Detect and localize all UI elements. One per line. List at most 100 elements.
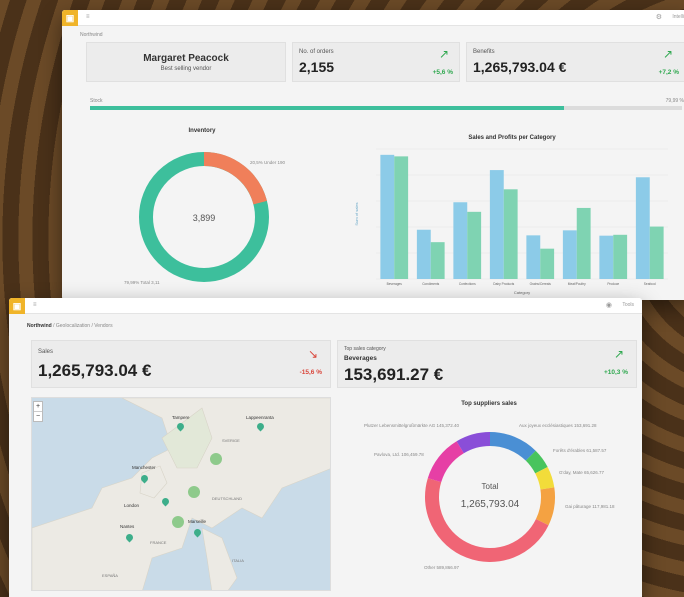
vendor-card: Margaret Peacock Best selling vendor xyxy=(86,42,286,82)
stock-label: Stock xyxy=(90,98,103,104)
supplier-slice[interactable] xyxy=(425,478,549,562)
breadcrumb-item[interactable]: Northwind xyxy=(27,323,52,329)
supplier-slice[interactable] xyxy=(535,466,555,490)
map-cluster[interactable] xyxy=(188,486,200,498)
bar-sales[interactable] xyxy=(380,154,395,279)
settings-icon[interactable]: ⚙ xyxy=(656,13,662,21)
bar-benefit[interactable] xyxy=(503,189,518,279)
notification-icon[interactable]: ◉ xyxy=(606,301,612,309)
map-pin-label: Manchester xyxy=(132,465,156,470)
benefits-card: Benefits 1,265,793.04 € ↗ +7,2 % xyxy=(466,42,684,82)
map-label-france: FRANCE xyxy=(150,540,167,545)
bar-benefit[interactable] xyxy=(467,211,482,279)
sales-label: Sales xyxy=(38,349,54,355)
x-tick-label: Condiments xyxy=(422,282,439,286)
map-cluster[interactable] xyxy=(172,516,184,528)
benefits-change: +7,2 % xyxy=(658,69,679,76)
top-category-card: Top sales category Beverages 153,691.27 … xyxy=(337,340,637,388)
supplier-label: Aux joyeux ecclésiastiques 153,691.28 xyxy=(519,423,597,428)
supplier-label: Pavlova, Ltd. 106,459.78 xyxy=(374,452,424,457)
x-tick-label: Produce xyxy=(607,282,619,286)
user-menu[interactable]: Intelli xyxy=(672,14,684,20)
suppliers-donut xyxy=(425,432,555,562)
top-category-label: Top sales category xyxy=(344,346,386,352)
suppliers-center-label: Total xyxy=(481,482,499,491)
bar-sales[interactable] xyxy=(526,235,541,279)
supplier-label: Gai pâturage 117,981.18 xyxy=(565,504,615,509)
stock-bar-fill xyxy=(90,106,564,110)
benefits-label: Benefits xyxy=(473,49,495,55)
map-label-italy: ITALIA xyxy=(232,558,244,563)
x-tick-label: Confections xyxy=(459,282,476,286)
suppliers-title: Top suppliers sales xyxy=(461,401,517,407)
breadcrumb-item[interactable]: Geolocalization xyxy=(56,323,90,329)
x-tick-label: Grains/Cereals xyxy=(530,282,552,286)
menu-icon[interactable]: ≡ xyxy=(86,14,90,20)
trend-up-icon: ↗ xyxy=(662,47,673,61)
bar-sales[interactable] xyxy=(453,202,468,279)
user-menu[interactable]: Tools xyxy=(622,302,634,308)
zoom-in-button[interactable]: + xyxy=(34,402,42,412)
app-logo[interactable]: ▣ xyxy=(62,10,78,26)
bar-sales[interactable] xyxy=(489,170,504,279)
orders-label: No. of orders xyxy=(299,49,334,55)
x-tick-label: Seafood xyxy=(644,282,656,286)
bar-sales[interactable] xyxy=(562,230,577,279)
app-logo[interactable]: ▣ xyxy=(9,298,25,314)
x-axis-label: Category xyxy=(514,290,530,295)
supplier-slice[interactable] xyxy=(535,487,555,526)
sales-change: -15,6 % xyxy=(299,369,322,376)
top-category-change: +10,3 % xyxy=(603,369,628,376)
bar-benefit[interactable] xyxy=(649,226,664,279)
top-category-name: Beverages xyxy=(344,355,377,362)
vendor-name: Margaret Peacock xyxy=(143,53,229,64)
top-category-value: 153,691.27 € xyxy=(344,365,444,384)
sales-chart-title: Sales and Profits per Category xyxy=(468,135,556,141)
stock-bar xyxy=(90,106,682,110)
bar-benefit[interactable] xyxy=(540,248,555,279)
supplier-label: Forêts d'érables 61,587.57 xyxy=(553,448,607,453)
inventory-label-out: 20,5% Under 190 xyxy=(250,160,286,165)
supplier-slice[interactable] xyxy=(489,432,536,461)
map-pin-label: Tampere xyxy=(172,415,190,420)
supplier-slice[interactable] xyxy=(525,450,548,474)
sales-value: 1,265,793.04 € xyxy=(38,361,152,380)
map-cluster[interactable] xyxy=(210,453,222,465)
zoom-out-button[interactable]: − xyxy=(34,412,42,421)
breadcrumb-item[interactable]: Vendors xyxy=(94,323,112,329)
sales-profit-chart: Sum of sales Beverages Condiments Confectio… xyxy=(354,148,668,300)
map-pin-label: Nantes xyxy=(120,524,135,529)
orders-card: No. of orders 2,155 ↗ +5,6 % xyxy=(292,42,460,82)
titlebar: ▣ ≡ ⚙ Intelli xyxy=(62,10,684,26)
inventory-title: Inventory xyxy=(188,128,216,134)
supplier-label: G'day, Mate 65,626.77 xyxy=(559,470,605,475)
vendors-map[interactable]: FRANCE ESPAÑA ITALIA DEUTSCHLAND SVERIGE… xyxy=(31,397,331,591)
x-tick-label: Beverages xyxy=(387,282,403,286)
bar-sales[interactable] xyxy=(599,235,614,279)
supplier-label: Plutzer Lebensmittelgroßmärkte AG 145,37… xyxy=(364,423,460,428)
orders-change: +5,6 % xyxy=(432,69,453,76)
supplier-slice[interactable] xyxy=(427,441,465,483)
inventory-total: 3,899 xyxy=(193,213,216,223)
supplier-slice[interactable] xyxy=(456,432,491,454)
menu-icon[interactable]: ≡ xyxy=(33,302,37,308)
breadcrumb[interactable]: Northwind xyxy=(80,32,103,38)
supplier-label: Other 589,866.97 xyxy=(424,565,460,570)
orders-value: 2,155 xyxy=(299,59,335,75)
map-zoom-control: + − xyxy=(33,401,43,422)
dashboard-window-back: ▣ ≡ ⚙ Intelli Northwind Margaret Peacock… xyxy=(62,10,684,300)
bar-sales[interactable] xyxy=(635,177,650,279)
inventory-donut: 3,899 xyxy=(139,152,269,282)
bar-sales[interactable] xyxy=(416,229,431,279)
bar-benefit[interactable] xyxy=(394,156,409,279)
bar-benefit[interactable] xyxy=(576,207,591,279)
map-label-germany: DEUTSCHLAND xyxy=(212,496,243,501)
bar-benefit[interactable] xyxy=(613,234,628,279)
suppliers-center-value: 1,265,793.04 xyxy=(460,499,520,510)
map-label-spain: ESPAÑA xyxy=(102,573,118,578)
vendor-subtitle: Best selling vendor xyxy=(160,66,212,72)
bar-benefit[interactable] xyxy=(430,242,445,279)
map-pin-label: Lappeenranta xyxy=(246,415,274,420)
trend-up-icon: ↗ xyxy=(613,347,624,361)
dashboard-window-front: ▣ ≡ ◉ Tools Northwind / Geolocalization … xyxy=(9,298,642,597)
